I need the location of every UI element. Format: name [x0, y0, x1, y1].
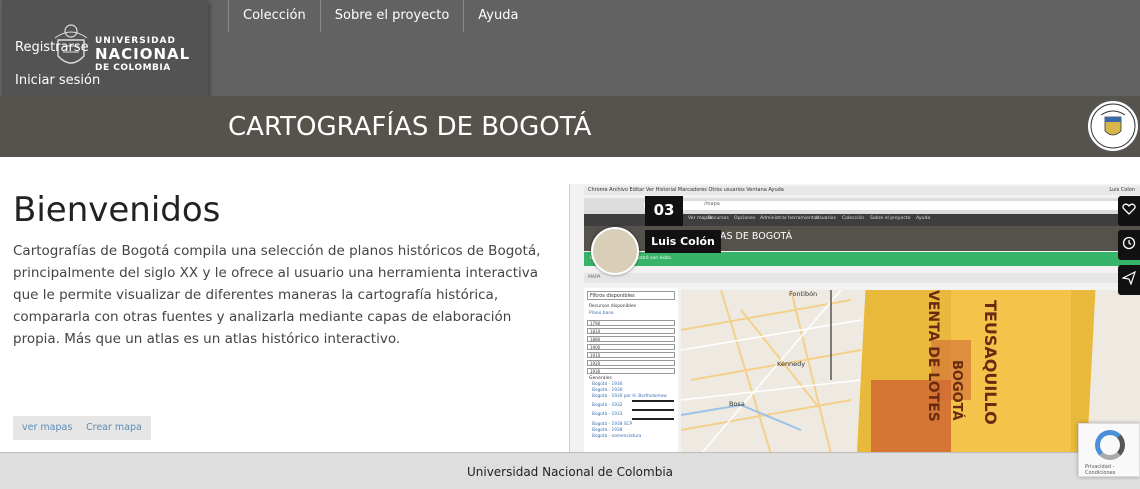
overlay-word: TEUSAQUILLO — [981, 300, 1000, 425]
login-link[interactable]: Iniciar sesión — [15, 73, 100, 88]
nav-sobre-el-proyecto[interactable]: Sobre el proyecto — [319, 0, 464, 32]
preview-year-row: 1790 — [587, 320, 675, 326]
preview-nav-item: Usuarios — [816, 216, 836, 221]
nav-coleccion[interactable]: Colección — [228, 0, 320, 32]
preview-year-row: 1920 — [587, 360, 675, 366]
view-maps-button[interactable]: ver mapas — [13, 416, 82, 440]
preview-year-row: 1930 — [587, 368, 675, 374]
register-link[interactable]: Registrarse — [15, 40, 89, 55]
preview-search-bar: MAPA — [584, 273, 1140, 283]
preview-opacity-slider — [632, 418, 674, 420]
favorite-button[interactable] — [1118, 196, 1140, 226]
map-label: Fontibón — [789, 290, 818, 298]
page-footer: Universidad Nacional de Colombia — [0, 452, 1140, 489]
send-icon — [1121, 270, 1137, 286]
recaptcha-icon — [1095, 430, 1125, 460]
preview-year-row: 1810 — [587, 328, 675, 334]
preview-layer-link: Bogotá - 1930 — [592, 388, 623, 393]
heart-icon — [1122, 203, 1136, 215]
preview-nav-item: Colección — [842, 216, 865, 221]
preview-opacity-slider — [632, 400, 674, 402]
preview-resources-label: Recursos disponibles — [589, 304, 637, 309]
preview-year-row: 1880 — [587, 336, 675, 342]
story-author-badge: Luis Colón — [645, 230, 721, 253]
create-map-button[interactable]: Crear mapa — [77, 416, 151, 440]
site-title: CARTOGRAFÍAS DE BOGOTÁ — [228, 112, 592, 142]
preview-nav-item: Sobre el proyecto — [870, 216, 911, 221]
preview-layer-link: Bogotá - 1938 — [592, 428, 623, 433]
preview-opacity-slider — [632, 409, 674, 411]
share-button[interactable] — [1118, 265, 1140, 295]
overlay-word: BOGOTÁ — [949, 360, 964, 421]
mac-menu-text: Chrome Archivo Editar Ver Historial Marc… — [588, 187, 784, 193]
story-number-badge: 03 — [645, 196, 683, 226]
overlay-word: VENTA DE LOTES — [925, 290, 941, 422]
history-button[interactable] — [1118, 230, 1140, 260]
map-label: Kennedy — [777, 360, 806, 368]
preview-layer-link: Bogotá - 1933 — [592, 412, 623, 417]
logo-wordmark: UNIVERSIDAD NACIONAL DE COLOMBIA — [95, 36, 190, 73]
preview-year-row: 1900 — [587, 344, 675, 350]
recaptcha-text[interactable]: Privacidad - Condiciones — [1085, 464, 1139, 476]
logo-line-3: DE COLOMBIA — [95, 63, 171, 73]
preview-layer-link: Bogotá - 1938 SCP — [592, 422, 633, 427]
logo-line-2: NACIONAL — [95, 45, 191, 63]
preview-layers-label: Generales — [589, 376, 612, 381]
preview-layer-link: Bogotá - nomenclatura — [592, 434, 642, 439]
preview-layer-link: Bogotá - 1930 por H. Bartholomew — [592, 394, 667, 399]
preview-resource-item: Plano base — [589, 311, 614, 316]
footer-text: Universidad Nacional de Colombia — [466, 465, 674, 479]
main-nav: Colección Sobre el proyecto Ayuda — [228, 0, 532, 32]
coat-of-arms-icon — [1090, 103, 1136, 149]
preview-sidebar: Filtros disponibles Recursos disponibles… — [584, 288, 678, 454]
preview-layer-link: Bogotá - 1930 — [592, 382, 623, 387]
preview-nav-item: Ayuda — [916, 216, 931, 221]
republic-seal-logo — [1086, 99, 1140, 153]
preview-nav-item: Administrar herramientas — [760, 216, 819, 221]
mac-menu-bar: Chrome Archivo Editar Ver Historial Marc… — [584, 186, 1140, 195]
recaptcha-badge[interactable]: Privacidad - Condiciones — [1078, 423, 1140, 477]
map-label: Bosa — [729, 400, 745, 408]
preview-layer-link: Bogotá - 1932 — [592, 403, 623, 408]
preview-banner-title: AS DE BOGOTÁ — [720, 231, 793, 242]
nav-ayuda[interactable]: Ayuda — [463, 0, 532, 32]
intro-paragraph: Cartografías de Bogotá compila una selec… — [13, 243, 541, 347]
preview-map: TEUSAQUILLO VENTA DE LOTES BOGOTÁ Fontib… — [681, 290, 1140, 454]
page-title: Bienvenidos — [13, 190, 221, 230]
story-thumbnail[interactable] — [591, 227, 639, 275]
preview-nav-item: Opciones — [734, 216, 756, 221]
mac-user-text: Luis Colon — [1109, 187, 1135, 193]
clock-icon — [1122, 236, 1136, 250]
preview-year-row: 1910 — [587, 352, 675, 358]
preview-nav-item: Recursos — [708, 216, 729, 221]
preview-success-message: La información se registró con éxito. — [584, 252, 1140, 266]
preview-filter-select: Filtros disponibles — [587, 291, 675, 300]
address-text: /mapa — [644, 201, 1124, 210]
